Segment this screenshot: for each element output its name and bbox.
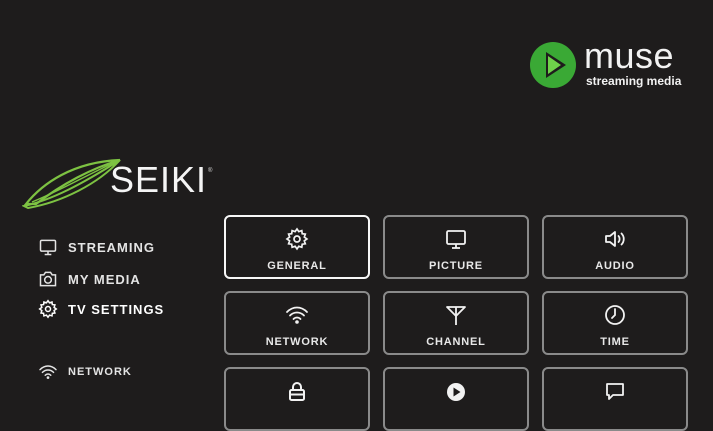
tile-channel[interactable]: CHANNEL [383, 291, 529, 355]
gear-icon [38, 299, 58, 319]
clock-icon [605, 305, 625, 325]
sidebar-item-label: TV SETTINGS [68, 301, 165, 317]
muse-wordmark: muse [584, 35, 675, 76]
seiki-logo: SEIKI ® [22, 154, 227, 210]
sidebar-item-label: MY MEDIA [68, 271, 141, 287]
muse-tagline: streaming media [586, 74, 682, 88]
sidebar-item-my-media[interactable]: MY MEDIA [38, 269, 141, 289]
tile-play[interactable] [383, 367, 529, 431]
tv-icon [39, 239, 57, 256]
seiki-registered-mark: ® [208, 168, 213, 174]
seiki-leaf-icon [22, 158, 121, 210]
tile-picture[interactable]: PICTURE [383, 215, 529, 279]
wifi-icon [286, 306, 308, 324]
sidebar-item-streaming[interactable]: STREAMING [38, 237, 155, 257]
tile-general[interactable]: GENERAL [224, 215, 370, 279]
tile-label: TIME [600, 336, 630, 348]
sidebar-item-network[interactable]: NETWORK [38, 364, 132, 380]
camera-icon [39, 271, 57, 287]
tile-label: NETWORK [265, 336, 329, 348]
sidebar-item-label: NETWORK [68, 366, 132, 378]
speaker-icon [605, 231, 625, 247]
tile-label: GENERAL [267, 260, 327, 272]
gear-icon [285, 227, 309, 251]
lock-icon [289, 382, 305, 401]
wifi-icon [39, 365, 57, 379]
sidebar-item-tv-settings[interactable]: TV SETTINGS [38, 299, 164, 319]
tile-label: PICTURE [429, 260, 483, 272]
play-logo-icon [447, 383, 465, 401]
monitor-icon [446, 230, 466, 249]
tile-chat[interactable] [542, 367, 688, 431]
seiki-wordmark: SEIKI [110, 159, 208, 200]
tile-audio[interactable]: AUDIO [542, 215, 688, 279]
tile-network[interactable]: NETWORK [224, 291, 370, 355]
tile-time[interactable]: TIME [542, 291, 688, 355]
tile-label: CHANNEL [426, 336, 486, 348]
sidebar-item-label: STREAMING [68, 239, 155, 255]
chat-icon [606, 383, 624, 400]
antenna-icon [446, 306, 466, 325]
tile-label: AUDIO [595, 260, 635, 272]
muse-play-icon [530, 42, 576, 88]
tile-lock[interactable] [224, 367, 370, 431]
muse-logo: muse streaming media [528, 36, 692, 90]
